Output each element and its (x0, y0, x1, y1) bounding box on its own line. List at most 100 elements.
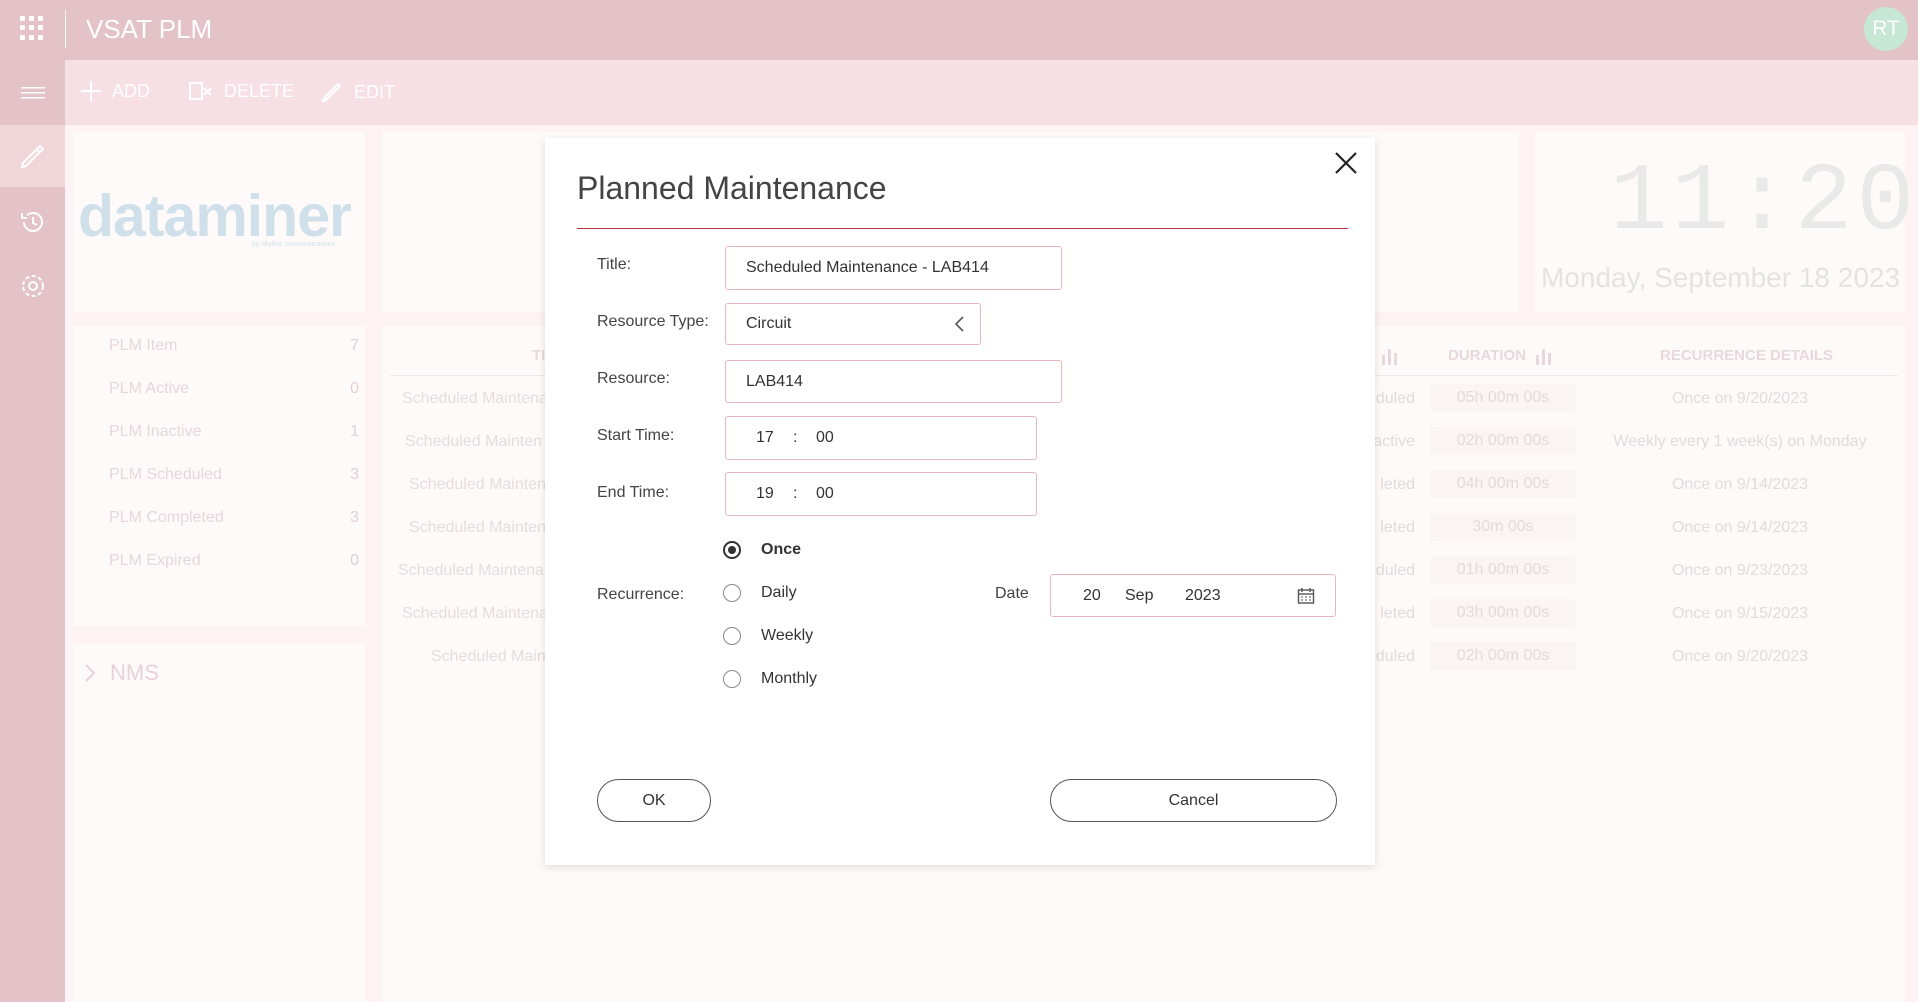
sort-icon[interactable] (1534, 347, 1556, 369)
end-time-field[interactable]: 19 : 00 (725, 472, 1037, 516)
top-bar: VSAT PLM RT (0, 0, 1918, 60)
stat-label: PLM Scheduled (109, 466, 222, 483)
table-row-recurrence: Weekly every 1 week(s) on Monday (1613, 433, 1867, 450)
resource-field-value: LAB414 (746, 372, 803, 390)
left-rail (0, 125, 65, 1002)
recurrence-option-monthly[interactable]: Monthly (723, 670, 817, 688)
table-row-recurrence: Once on 9/14/2023 (1671, 519, 1809, 536)
stat-count: 3 (350, 466, 359, 483)
table-row-title[interactable]: Scheduled Main (431, 648, 546, 666)
dialog-title: Planned Maintenance (577, 170, 887, 206)
radio-button[interactable] (723, 541, 741, 559)
stat-label: PLM Inactive (109, 423, 202, 440)
add-button[interactable]: ADD (80, 80, 150, 102)
end-hour[interactable]: 19 (756, 485, 774, 503)
hamburger-icon (20, 86, 45, 98)
stat-count: 0 (350, 380, 359, 397)
stat-count: 1 (350, 423, 359, 440)
recurrence-option-daily[interactable]: Daily (723, 584, 797, 602)
clock-time: 11:20 (1610, 148, 1918, 257)
end-time-label: End Time: (597, 484, 670, 501)
resource-field[interactable]: LAB414 (725, 360, 1062, 403)
stat-count: 7 (350, 337, 359, 354)
radio-button[interactable] (723, 670, 741, 688)
start-minute[interactable]: 00 (816, 429, 834, 447)
history-icon (20, 212, 43, 232)
pencil-icon (321, 82, 342, 103)
recurrence-option-weekly[interactable]: Weekly (723, 627, 813, 645)
rail-history[interactable] (0, 191, 65, 253)
recurrence-option-label: Monthly (761, 670, 818, 687)
table-row-title[interactable]: Scheduled Mainten (409, 519, 546, 537)
edit-button[interactable]: EDIT (320, 80, 395, 104)
start-time-field[interactable]: 17 : 00 (725, 416, 1037, 460)
table-row-duration: 05h 00m 00s (1430, 384, 1576, 412)
table-row-title[interactable]: Scheduled Maintena (402, 605, 548, 623)
menu-toggle-button[interactable] (0, 60, 65, 125)
cancel-button[interactable]: Cancel (1050, 779, 1337, 822)
table-row-duration: 04h 00m 00s (1430, 470, 1576, 498)
delete-button-label: DELETE (224, 80, 295, 101)
table-row-title[interactable]: Scheduled Maintena (398, 562, 544, 580)
edit-button-label: EDIT (354, 81, 396, 102)
date-day[interactable]: 20 (1083, 587, 1101, 605)
table-row-recurrence: Once on 9/23/2023 (1671, 562, 1809, 579)
table-row-duration: 30m 00s (1430, 513, 1576, 541)
planned-maintenance-dialog: Planned Maintenance Title: Scheduled Mai… (545, 138, 1375, 865)
title-label: Title: (597, 256, 632, 273)
stat-label: PLM Completed (109, 509, 224, 526)
nms-tree-node[interactable]: NMS (80, 660, 159, 686)
title-field[interactable]: Scheduled Maintenance - LAB414 (725, 246, 1062, 290)
column-header-duration[interactable]: DURATION (1448, 347, 1526, 364)
recurrence-option-once[interactable]: Once (723, 541, 801, 559)
table-row-recurrence: Once on 9/14/2023 (1671, 476, 1809, 493)
chevron-right-icon (85, 664, 96, 682)
topbar-divider (65, 10, 66, 48)
clock-date: Monday, September 18 2023 (1541, 262, 1901, 293)
table-row-duration: 03h 00m 00s (1430, 599, 1576, 627)
date-year[interactable]: 2023 (1185, 587, 1221, 605)
app-title: VSAT PLM (86, 14, 213, 44)
calendar-icon[interactable] (1297, 587, 1315, 605)
date-month[interactable]: Sep (1125, 587, 1153, 605)
column-header-title[interactable]: TI (532, 347, 545, 364)
resource-type-value: Circuit (746, 315, 792, 332)
date-picker[interactable]: 20 Sep 2023 (1050, 574, 1336, 617)
table-row-title[interactable]: Scheduled Mainten (405, 433, 542, 451)
recurrence-option-label: Daily (761, 584, 797, 601)
resource-type-select[interactable]: Circuit (725, 303, 981, 345)
start-hour[interactable]: 17 (756, 429, 774, 447)
nms-label: NMS (110, 660, 159, 685)
delete-icon (189, 82, 212, 100)
title-field-value: Scheduled Maintenance - LAB414 (746, 259, 989, 276)
table-row-title[interactable]: Scheduled Maintena (402, 390, 548, 408)
bar-chart-icon (1536, 349, 1551, 365)
add-button-label: ADD (112, 80, 151, 101)
sort-icon[interactable] (1380, 347, 1402, 369)
chevron-left-icon (954, 316, 964, 332)
user-avatar[interactable]: RT (1864, 7, 1908, 51)
column-header-recurrence[interactable]: RECURRENCE DETAILS (1660, 347, 1833, 364)
rail-edit[interactable] (0, 125, 65, 187)
radio-button[interactable] (723, 627, 741, 645)
table-row-recurrence: Once on 9/15/2023 (1671, 605, 1809, 622)
ok-button[interactable]: OK (597, 779, 711, 822)
end-minute[interactable]: 00 (816, 485, 834, 503)
pencil-icon (20, 144, 44, 169)
table-row-duration: 02h 00m 00s (1430, 642, 1576, 670)
rail-settings[interactable] (0, 255, 65, 317)
delete-button[interactable]: DELETE (188, 80, 294, 102)
apps-grid-icon[interactable] (20, 16, 44, 40)
tree-panel (73, 643, 365, 1002)
plus-icon (81, 81, 101, 101)
time-separator: : (793, 429, 798, 446)
action-toolbar: ADD DELETE EDIT (0, 60, 1918, 125)
table-row-title[interactable]: Scheduled Mainten (409, 476, 546, 494)
close-icon[interactable] (1331, 148, 1361, 178)
table-row-duration: 01h 00m 00s (1430, 556, 1576, 584)
dataminer-logo-sub: by skyline communications (252, 241, 336, 248)
table-row-duration: 02h 00m 00s (1430, 427, 1576, 455)
radio-button[interactable] (723, 584, 741, 602)
recurrence-option-label: Once (761, 541, 802, 558)
gear-icon (21, 275, 44, 297)
